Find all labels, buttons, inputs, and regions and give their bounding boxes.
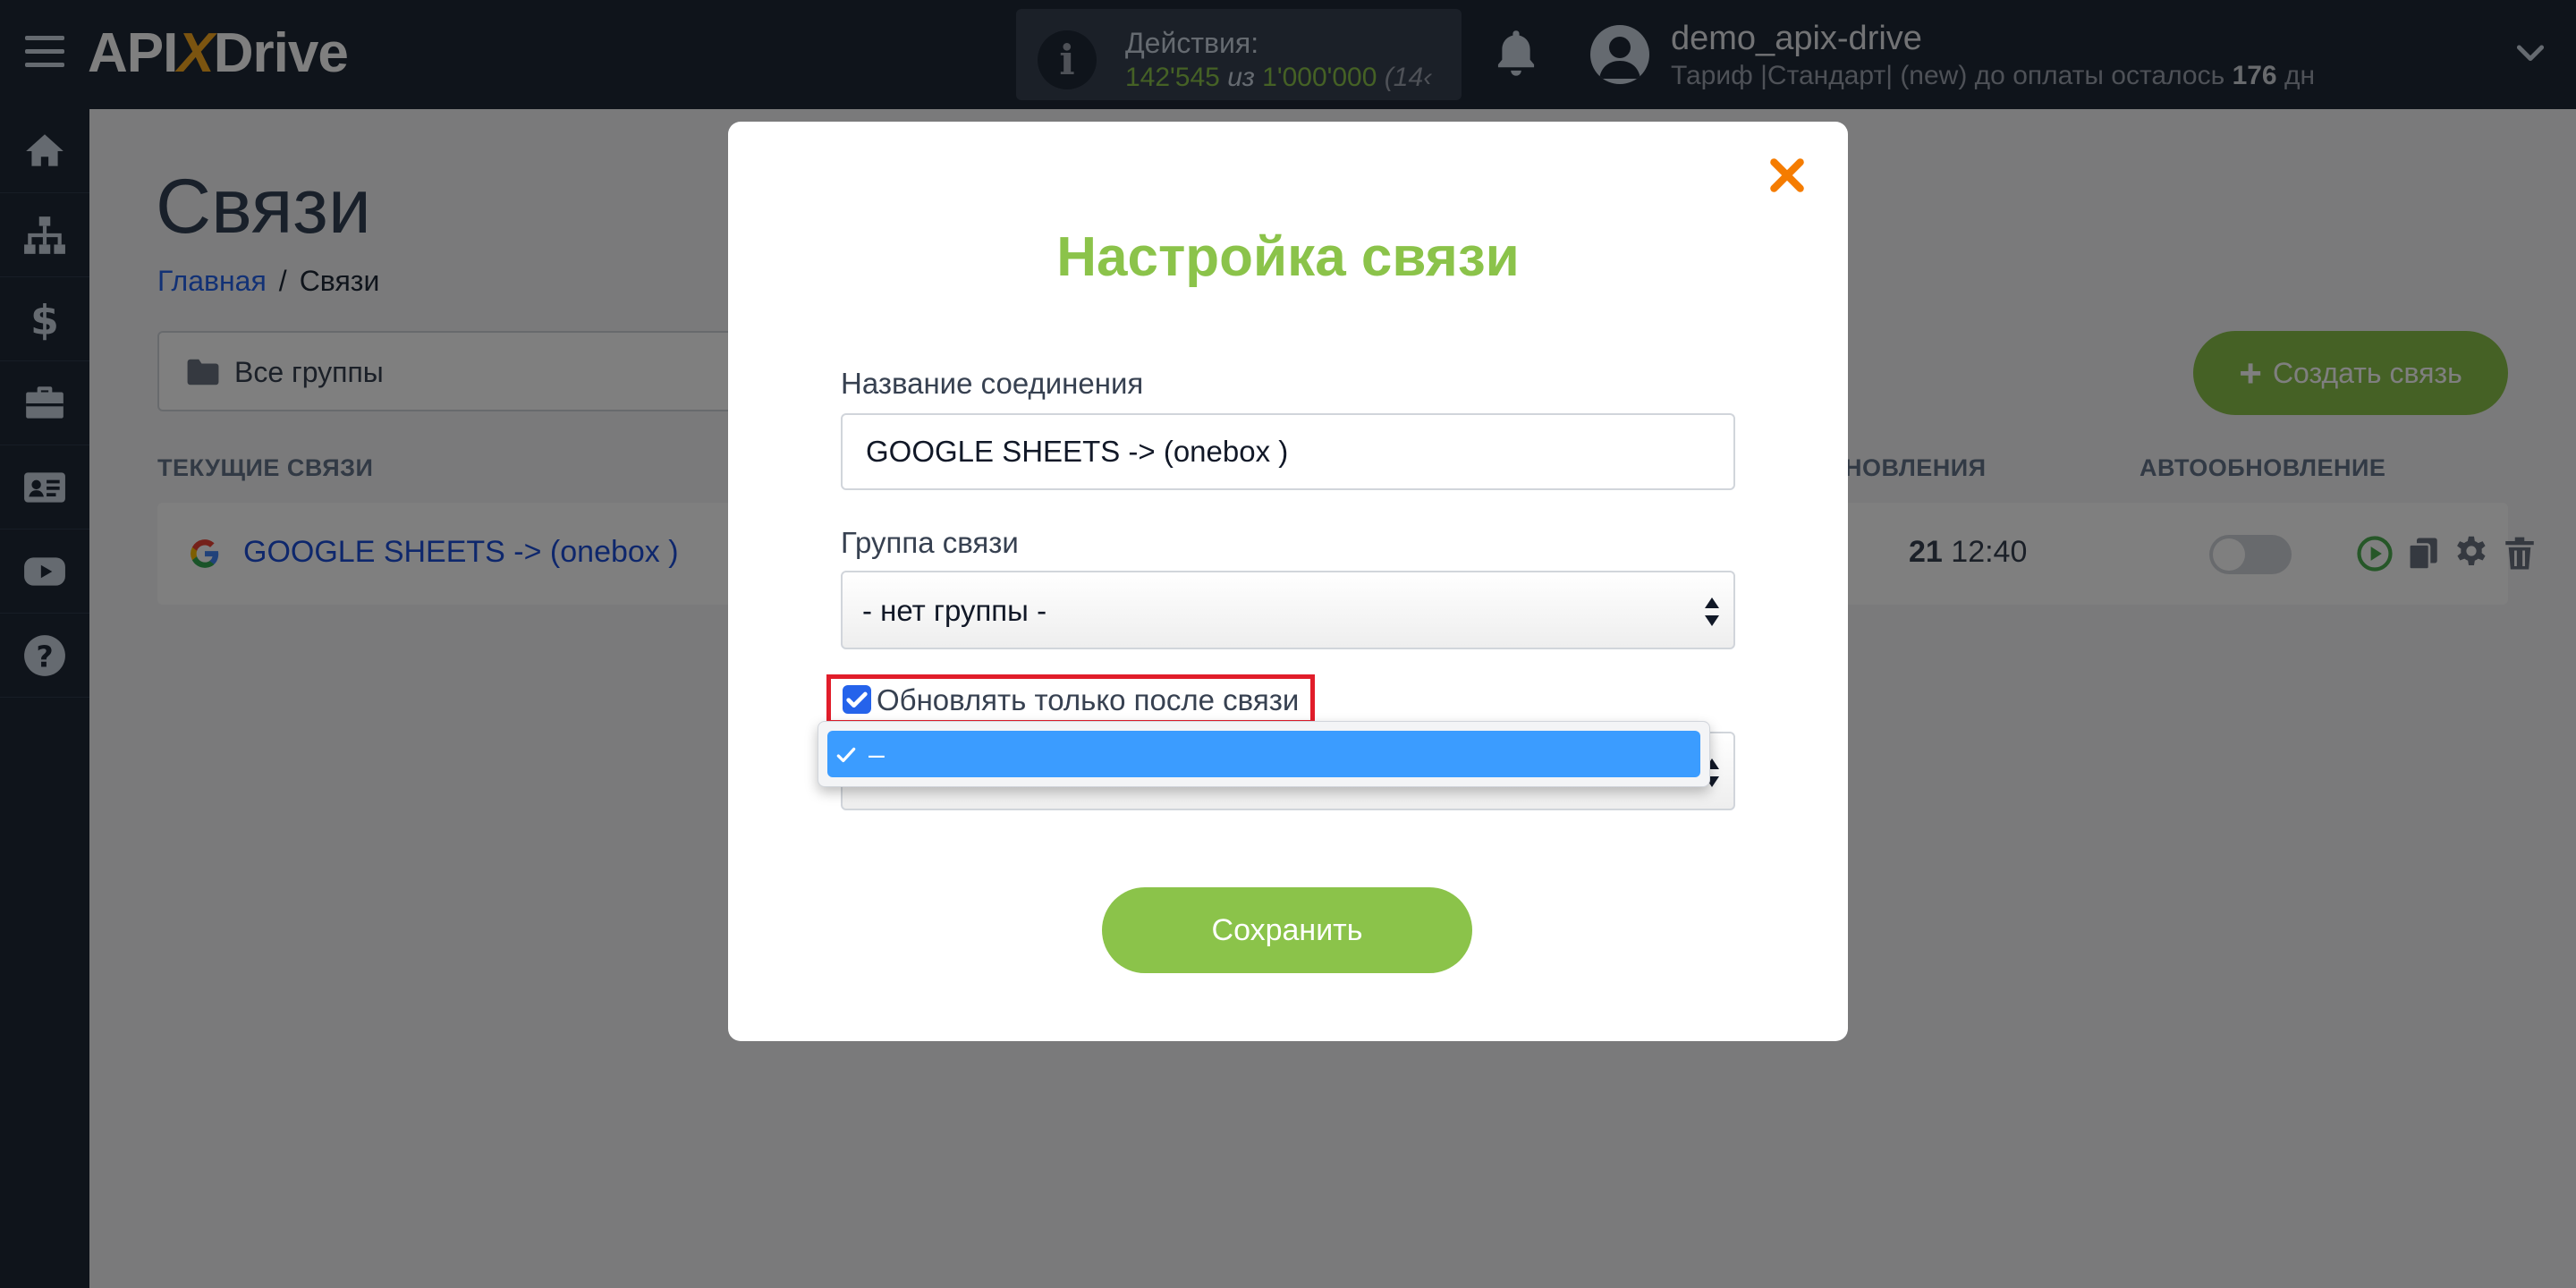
connection-name-label: Название соединения [841,367,1144,400]
save-button[interactable]: Сохранить [1102,887,1472,973]
select-arrows-icon [1705,597,1719,626]
update-after-label[interactable]: Обновлять только после связи [877,683,1299,717]
update-after-checkbox[interactable] [843,685,871,714]
connection-name-input[interactable] [841,413,1735,490]
connection-settings-modal: Настройка связи Название соединения Груп… [728,122,1848,1041]
check-icon [836,747,856,763]
modal-title: Настройка связи [1056,226,1520,288]
group-select[interactable]: - нет группы - [841,571,1735,649]
check-icon [846,691,868,708]
dropdown-option-selected[interactable]: – [827,731,1700,777]
close-icon[interactable] [1767,156,1807,195]
select-dropdown: – [818,721,1710,787]
group-select-value: - нет группы - [862,594,1047,627]
group-label: Группа связи [841,526,1019,559]
